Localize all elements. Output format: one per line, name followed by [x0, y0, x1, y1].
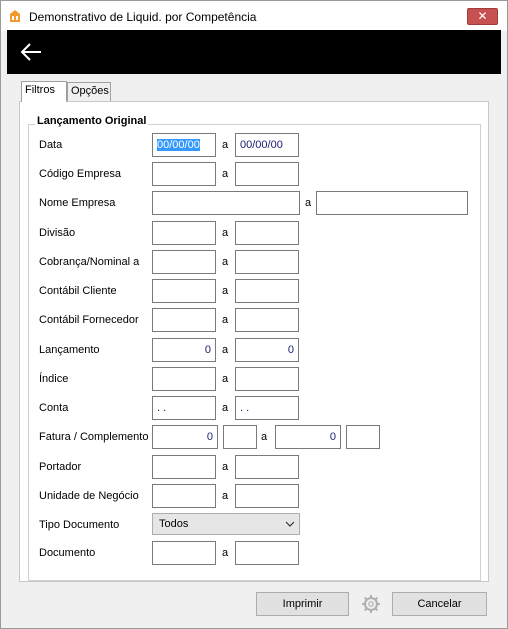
contabil-fornecedor-separator: a — [222, 314, 229, 326]
lancamento-label: Lançamento — [39, 344, 100, 356]
app-logo-icon — [9, 9, 21, 23]
unidade-negocio-separator: a — [222, 490, 229, 502]
data-from-input[interactable]: 00/00/00 — [152, 133, 216, 157]
tab-opcoes-label: Opções — [71, 85, 109, 97]
imprimir-button[interactable]: Imprimir — [256, 592, 349, 616]
cobranca-from-input[interactable] — [152, 250, 216, 274]
cobranca-to-input[interactable] — [235, 250, 299, 274]
nome-empresa-separator: a — [305, 197, 312, 209]
codigo-empresa-to-input[interactable] — [235, 162, 299, 186]
chevron-down-icon — [285, 521, 295, 527]
fatura-separator: a — [261, 431, 268, 443]
unidade-negocio-to-input[interactable] — [235, 484, 299, 508]
tab-filtros[interactable]: Filtros — [21, 81, 67, 102]
data-from-value: 00/00/00 — [157, 139, 200, 151]
indice-separator: a — [222, 373, 229, 385]
contabil-fornecedor-label: Contábil Fornecedor — [39, 314, 139, 326]
title-bar: Demonstrativo de Liquid. por Competência… — [1, 1, 507, 31]
close-icon: ✕ — [477, 9, 488, 23]
data-to-input[interactable]: 00/00/00 — [235, 133, 299, 157]
contabil-fornecedor-to-input[interactable] — [235, 308, 299, 332]
divisao-label: Divisão — [39, 227, 76, 239]
portador-to-input[interactable] — [235, 455, 299, 479]
documento-label: Documento — [39, 547, 96, 559]
fatura-to-input[interactable]: 0 — [275, 425, 341, 449]
fatura-from-input[interactable]: 0 — [152, 425, 218, 449]
window-title: Demonstrativo de Liquid. por Competência — [29, 10, 257, 24]
fatura-label: Fatura / Complemento — [39, 431, 149, 443]
tipo-documento-select[interactable]: Todos — [152, 513, 300, 535]
lancamento-to-input[interactable]: 0 — [235, 338, 299, 362]
cobranca-label: Cobrança/Nominal a — [39, 256, 140, 268]
conta-label: Conta — [39, 402, 69, 414]
conta-from-input[interactable]: . . — [152, 396, 216, 420]
fatura-from-complement-input[interactable] — [223, 425, 257, 449]
documento-to-input[interactable] — [235, 541, 299, 565]
documento-from-input[interactable] — [152, 541, 216, 565]
cobranca-separator: a — [222, 256, 229, 268]
imprimir-label: Imprimir — [282, 598, 323, 610]
tipo-documento-value: Todos — [159, 518, 189, 530]
gear-icon[interactable] — [359, 592, 383, 616]
portador-from-input[interactable] — [152, 455, 216, 479]
lancamento-separator: a — [222, 344, 229, 356]
divisao-from-input[interactable] — [152, 221, 216, 245]
codigo-empresa-from-input[interactable] — [152, 162, 216, 186]
indice-label: Índice — [39, 373, 69, 385]
documento-separator: a — [222, 547, 229, 559]
unidade-negocio-label: Unidade de Negócio — [39, 490, 139, 502]
contabil-fornecedor-from-input[interactable] — [152, 308, 216, 332]
portador-separator: a — [222, 461, 229, 473]
contabil-cliente-separator: a — [222, 285, 229, 297]
back-arrow-icon[interactable] — [17, 38, 45, 66]
fatura-to-complement-input[interactable] — [346, 425, 380, 449]
contabil-cliente-from-input[interactable] — [152, 279, 216, 303]
divisao-to-input[interactable] — [235, 221, 299, 245]
lancamento-from-input[interactable]: 0 — [152, 338, 216, 362]
tab-filtros-label: Filtros — [25, 84, 55, 96]
cancelar-button[interactable]: Cancelar — [392, 592, 487, 616]
data-separator: a — [222, 139, 229, 151]
toolbar — [7, 30, 501, 74]
cancelar-label: Cancelar — [417, 598, 462, 610]
divisao-separator: a — [222, 227, 229, 239]
nome-empresa-label: Nome Empresa — [39, 197, 116, 209]
codigo-empresa-label: Código Empresa — [39, 168, 121, 180]
unidade-negocio-from-input[interactable] — [152, 484, 216, 508]
contabil-cliente-to-input[interactable] — [235, 279, 299, 303]
codigo-empresa-separator: a — [222, 168, 229, 180]
indice-to-input[interactable] — [235, 367, 299, 391]
main-window: Demonstrativo de Liquid. por Competência… — [0, 0, 508, 629]
close-button[interactable]: ✕ — [467, 8, 498, 25]
indice-from-input[interactable] — [152, 367, 216, 391]
group-title: Lançamento Original — [35, 115, 149, 127]
data-label: Data — [39, 139, 63, 151]
nome-empresa-from-input[interactable] — [152, 191, 300, 215]
conta-to-input[interactable]: . . — [235, 396, 299, 420]
tab-opcoes[interactable]: Opções — [67, 82, 111, 101]
nome-empresa-to-input[interactable] — [316, 191, 468, 215]
conta-separator: a — [222, 402, 229, 414]
contabil-cliente-label: Contábil Cliente — [39, 285, 117, 297]
portador-label: Portador — [39, 461, 82, 473]
tipo-documento-label: Tipo Documento — [39, 519, 120, 531]
